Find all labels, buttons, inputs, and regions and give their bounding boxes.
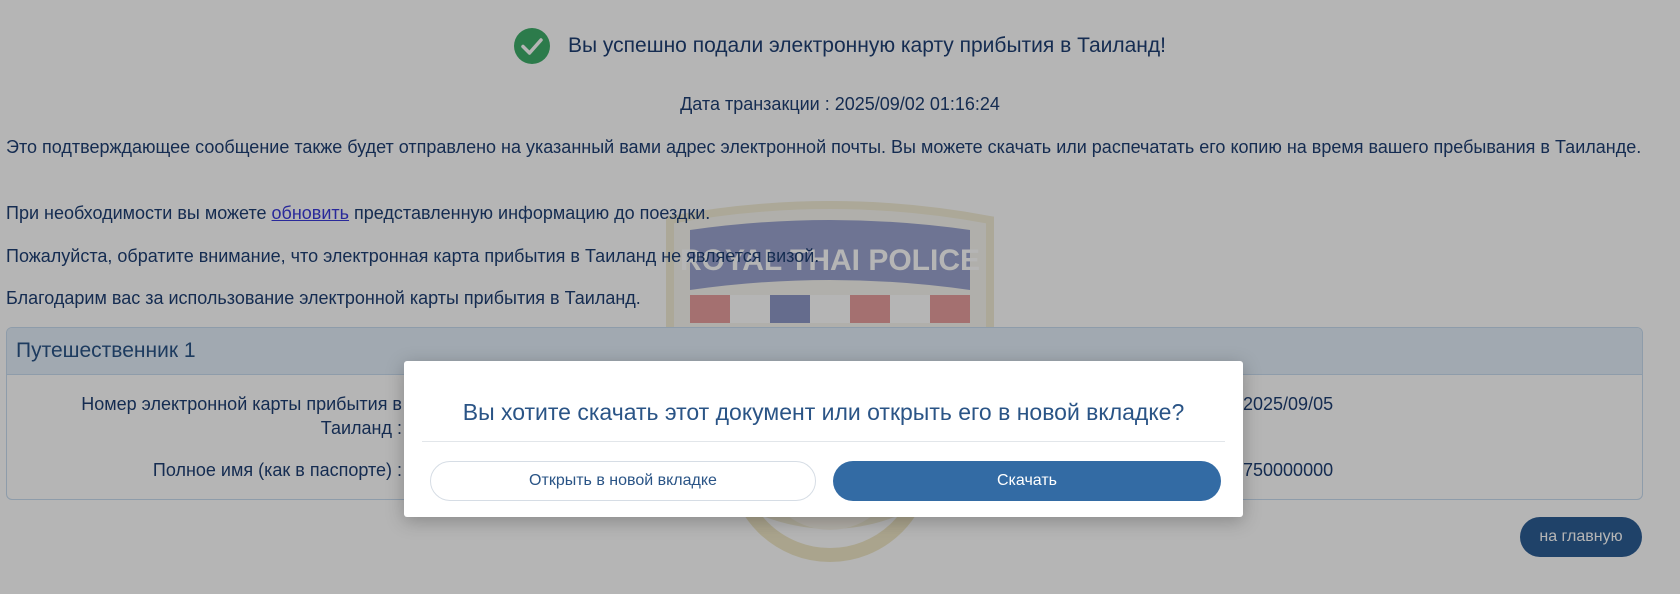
open-in-new-tab-button[interactable]: Открыть в новой вкладке [430,461,816,501]
download-button[interactable]: Скачать [833,461,1221,501]
download-dialog: Вы хотите скачать этот документ или откр… [404,361,1243,517]
dialog-divider [422,441,1225,442]
dialog-title: Вы хотите скачать этот документ или откр… [462,399,1185,425]
